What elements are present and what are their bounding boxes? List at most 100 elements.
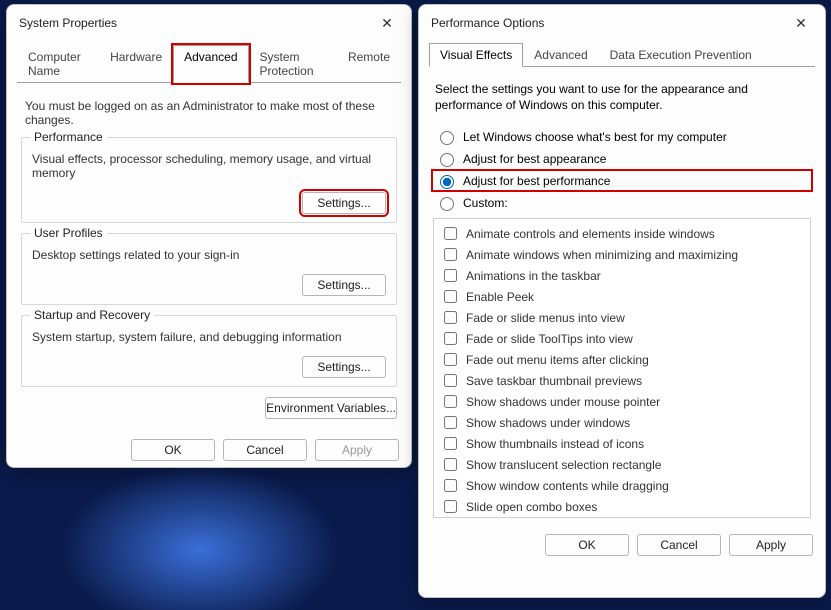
sys-tab-advanced[interactable]: Advanced bbox=[173, 45, 248, 83]
perf-option-label: Show thumbnails instead of icons bbox=[466, 437, 644, 451]
checkbox-input[interactable] bbox=[444, 248, 457, 261]
perf-option[interactable]: Enable Peek bbox=[440, 286, 804, 307]
settings-button[interactable]: Settings... bbox=[302, 274, 386, 296]
perf-option[interactable]: Animations in the taskbar bbox=[440, 265, 804, 286]
perf-option-label: Animate controls and elements inside win… bbox=[466, 227, 715, 241]
perf-radio-adjust-for-best-performance[interactable]: Adjust for best performance bbox=[433, 171, 811, 190]
perf-option[interactable]: Show translucent selection rectangle bbox=[440, 454, 804, 475]
perf-option[interactable]: Smooth edges of screen fonts bbox=[440, 517, 804, 518]
groupbox-user-profiles: User ProfilesDesktop settings related to… bbox=[21, 233, 397, 305]
perf-tab-visual-effects[interactable]: Visual Effects bbox=[429, 43, 523, 67]
ok-button[interactable]: OK bbox=[131, 439, 215, 461]
settings-button[interactable]: Settings... bbox=[302, 192, 386, 214]
perf-option-label: Enable Peek bbox=[466, 290, 534, 304]
perf-intro-text: Select the settings you want to use for … bbox=[435, 81, 809, 113]
environment-variables-button[interactable]: Environment Variables... bbox=[265, 397, 397, 419]
perf-option-label: Animate windows when minimizing and maxi… bbox=[466, 248, 738, 262]
perf-option-label: Save taskbar thumbnail previews bbox=[466, 374, 642, 388]
settings-button[interactable]: Settings... bbox=[302, 356, 386, 378]
close-icon[interactable]: ✕ bbox=[787, 13, 815, 33]
perf-tab-advanced[interactable]: Advanced bbox=[523, 43, 598, 67]
perf-option-label: Show shadows under windows bbox=[466, 416, 630, 430]
apply-button[interactable]: Apply bbox=[729, 534, 813, 556]
performance-options-window: Performance Options ✕ Visual EffectsAdva… bbox=[418, 4, 826, 598]
perf-option[interactable]: Show thumbnails instead of icons bbox=[440, 433, 804, 454]
desktop-background bbox=[0, 450, 420, 610]
checkbox-input[interactable] bbox=[444, 311, 457, 324]
sys-admin-note: You must be logged on as an Administrato… bbox=[25, 99, 393, 127]
perf-radio-group: Let Windows choose what's best for my co… bbox=[433, 127, 811, 212]
sys-tabstrip: Computer NameHardwareAdvancedSystem Prot… bbox=[7, 39, 411, 83]
perf-option[interactable]: Fade out menu items after clicking bbox=[440, 349, 804, 370]
sys-dialog-buttons: OK Cancel Apply bbox=[7, 429, 411, 473]
checkbox-input[interactable] bbox=[444, 437, 457, 450]
perf-option[interactable]: Show shadows under mouse pointer bbox=[440, 391, 804, 412]
checkbox-input[interactable] bbox=[444, 269, 457, 282]
groupbox-startup-and-recovery: Startup and RecoverySystem startup, syst… bbox=[21, 315, 397, 387]
perf-option[interactable]: Fade or slide ToolTips into view bbox=[440, 328, 804, 349]
perf-option[interactable]: Save taskbar thumbnail previews bbox=[440, 370, 804, 391]
groupbox-desc: Visual effects, processor scheduling, me… bbox=[32, 152, 386, 180]
checkbox-input[interactable] bbox=[444, 227, 457, 240]
close-icon[interactable]: ✕ bbox=[373, 13, 401, 33]
radio-label: Adjust for best performance bbox=[463, 174, 610, 188]
perf-option-label: Show window contents while dragging bbox=[466, 479, 669, 493]
perf-radio-custom[interactable]: Custom: bbox=[433, 193, 811, 212]
perf-option-label: Slide open combo boxes bbox=[466, 500, 597, 514]
sys-tab-computer-name[interactable]: Computer Name bbox=[17, 45, 99, 83]
sys-titlebar[interactable]: System Properties ✕ bbox=[7, 5, 411, 39]
perf-titlebar[interactable]: Performance Options ✕ bbox=[419, 5, 825, 39]
perf-option-label: Show translucent selection rectangle bbox=[466, 458, 661, 472]
checkbox-input[interactable] bbox=[444, 353, 457, 366]
perf-option[interactable]: Animate controls and elements inside win… bbox=[440, 223, 804, 244]
radio-input[interactable] bbox=[440, 131, 454, 145]
sys-tab-hardware[interactable]: Hardware bbox=[99, 45, 173, 83]
perf-option[interactable]: Show shadows under windows bbox=[440, 412, 804, 433]
perf-option-label: Fade or slide menus into view bbox=[466, 311, 625, 325]
perf-tabstrip: Visual EffectsAdvancedData Execution Pre… bbox=[419, 39, 825, 67]
checkbox-input[interactable] bbox=[444, 479, 457, 492]
groupbox-legend: User Profiles bbox=[30, 226, 107, 240]
checkbox-input[interactable] bbox=[444, 395, 457, 408]
sys-tab-remote[interactable]: Remote bbox=[337, 45, 401, 83]
groupbox-performance: PerformanceVisual effects, processor sch… bbox=[21, 137, 397, 223]
groupbox-legend: Performance bbox=[30, 130, 107, 144]
radio-input[interactable] bbox=[440, 153, 454, 167]
cancel-button[interactable]: Cancel bbox=[223, 439, 307, 461]
radio-input[interactable] bbox=[440, 197, 454, 211]
perf-option[interactable]: Fade or slide menus into view bbox=[440, 307, 804, 328]
checkbox-input[interactable] bbox=[444, 500, 457, 513]
ok-button[interactable]: OK bbox=[545, 534, 629, 556]
perf-option[interactable]: Slide open combo boxes bbox=[440, 496, 804, 517]
apply-button[interactable]: Apply bbox=[315, 439, 399, 461]
groupbox-legend: Startup and Recovery bbox=[30, 308, 154, 322]
perf-content: Select the settings you want to use for … bbox=[419, 67, 825, 524]
groupbox-desc: System startup, system failure, and debu… bbox=[32, 330, 386, 344]
perf-tab-data-execution-prevention[interactable]: Data Execution Prevention bbox=[599, 43, 763, 67]
checkbox-input[interactable] bbox=[444, 458, 457, 471]
sys-content: You must be logged on as an Administrato… bbox=[7, 83, 411, 429]
radio-label: Adjust for best appearance bbox=[463, 152, 606, 166]
groupbox-desc: Desktop settings related to your sign-in bbox=[32, 248, 386, 262]
radio-label: Custom: bbox=[463, 196, 508, 210]
perf-option[interactable]: Show window contents while dragging bbox=[440, 475, 804, 496]
perf-option-label: Fade or slide ToolTips into view bbox=[466, 332, 633, 346]
checkbox-input[interactable] bbox=[444, 290, 457, 303]
radio-label: Let Windows choose what's best for my co… bbox=[463, 130, 727, 144]
perf-radio-adjust-for-best-appearance[interactable]: Adjust for best appearance bbox=[433, 149, 811, 168]
perf-option-label: Fade out menu items after clicking bbox=[466, 353, 649, 367]
sys-title: System Properties bbox=[19, 16, 117, 30]
checkbox-input[interactable] bbox=[444, 374, 457, 387]
checkbox-input[interactable] bbox=[444, 416, 457, 429]
perf-dialog-buttons: OK Cancel Apply bbox=[419, 524, 825, 568]
perf-radio-let-windows-choose-what-s-best-for-my-computer[interactable]: Let Windows choose what's best for my co… bbox=[433, 127, 811, 146]
checkbox-input[interactable] bbox=[444, 332, 457, 345]
system-properties-window: System Properties ✕ Computer NameHardwar… bbox=[6, 4, 412, 468]
perf-option-label: Animations in the taskbar bbox=[466, 269, 601, 283]
perf-option[interactable]: Animate windows when minimizing and maxi… bbox=[440, 244, 804, 265]
cancel-button[interactable]: Cancel bbox=[637, 534, 721, 556]
sys-tab-system-protection[interactable]: System Protection bbox=[249, 45, 337, 83]
perf-options-list[interactable]: Animate controls and elements inside win… bbox=[433, 218, 811, 518]
perf-title: Performance Options bbox=[431, 16, 544, 30]
radio-input[interactable] bbox=[440, 175, 454, 189]
